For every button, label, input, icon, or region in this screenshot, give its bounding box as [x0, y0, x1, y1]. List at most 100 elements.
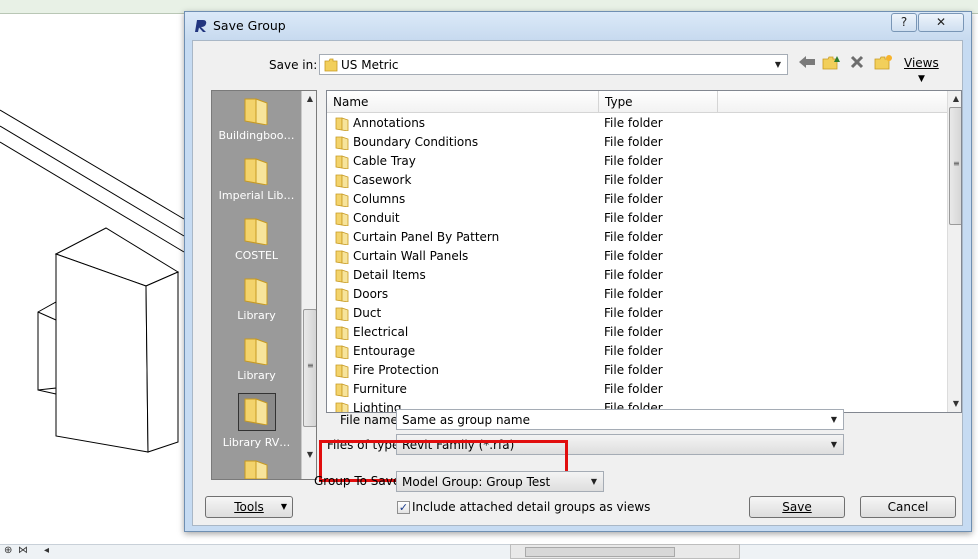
- folder-icon: [335, 212, 349, 226]
- list-item[interactable]: Curtain Wall Panels File folder: [327, 247, 947, 266]
- include-detail-checkbox[interactable]: ✓: [397, 501, 410, 514]
- item-type: File folder: [604, 306, 663, 320]
- cancel-button-label: Cancel: [887, 500, 929, 514]
- views-menu-button[interactable]: Views ▼: [904, 56, 962, 84]
- item-type: File folder: [604, 211, 663, 225]
- list-item[interactable]: Conduit File folder: [327, 209, 947, 228]
- group-to-save-combo[interactable]: Model Group: Group Test ▼: [396, 471, 604, 492]
- list-item[interactable]: Detail Items File folder: [327, 266, 947, 285]
- place-item[interactable]: Library: [212, 333, 301, 393]
- list-item[interactable]: Curtain Panel By Pattern File folder: [327, 228, 947, 247]
- item-type: File folder: [604, 135, 663, 149]
- item-name: Furniture: [353, 382, 407, 396]
- item-type: File folder: [604, 230, 663, 244]
- item-type: File folder: [604, 268, 663, 282]
- folder-icon: [335, 269, 349, 283]
- item-type: File folder: [604, 192, 663, 206]
- folder-icon: [244, 158, 268, 185]
- list-item[interactable]: Electrical File folder: [327, 323, 947, 342]
- place-label: COSTEL: [234, 249, 279, 262]
- place-item-selected[interactable]: Library RV…: [212, 393, 301, 453]
- folder-icon: [335, 117, 349, 131]
- place-item[interactable]: Library: [212, 273, 301, 333]
- places-scroll-thumb[interactable]: ≡: [303, 309, 316, 427]
- save-button[interactable]: Save: [749, 496, 845, 518]
- item-name: Electrical: [353, 325, 409, 339]
- views-menu-icon[interactable]: ▼: [918, 74, 925, 84]
- dialog-titlebar[interactable]: Save Group ? ✕: [185, 12, 971, 40]
- item-type: File folder: [604, 287, 663, 301]
- column-header-label: Name: [333, 95, 369, 109]
- list-item[interactable]: Fire Protection File folder: [327, 361, 947, 380]
- chevron-down-icon: ▼: [280, 502, 287, 511]
- file-list-scrollbar[interactable]: ▲ ≡ ▼: [947, 91, 961, 412]
- dialog-body: Save in: US Metric ▼ Views ▼ Buildingboo: [192, 40, 963, 526]
- place-item[interactable]: Imperial Lib…: [212, 153, 301, 213]
- item-name: Casework: [353, 173, 412, 187]
- coordinate-icon: ⊕: [4, 545, 13, 556]
- save-in-value: US Metric: [341, 58, 399, 72]
- item-name: Duct: [353, 306, 382, 320]
- places-bar: Buildingboo… Imperial Lib… COSTEL Librar…: [211, 90, 317, 480]
- chevron-down-icon[interactable]: ▼: [771, 57, 785, 72]
- list-item[interactable]: Casework File folder: [327, 171, 947, 190]
- item-name: Curtain Panel By Pattern: [353, 230, 500, 244]
- list-item[interactable]: Doors File folder: [327, 285, 947, 304]
- close-button[interactable]: ✕: [918, 13, 964, 32]
- save-in-combo[interactable]: US Metric ▼: [319, 54, 788, 75]
- list-item[interactable]: Furniture File folder: [327, 380, 947, 399]
- item-name: Lighting: [353, 401, 402, 413]
- column-header-name[interactable]: Name ⌃: [327, 91, 599, 113]
- list-item[interactable]: Annotations File folder: [327, 114, 947, 133]
- item-name: Boundary Conditions: [353, 135, 479, 149]
- scroll-down-icon[interactable]: ▼: [948, 396, 961, 412]
- tools-button[interactable]: Tools ▼: [205, 496, 293, 518]
- item-name: Cable Tray: [353, 154, 416, 168]
- file-name-value: Same as group name: [402, 413, 530, 427]
- item-type: File folder: [604, 344, 663, 358]
- item-name: Entourage: [353, 344, 416, 358]
- chevron-down-icon[interactable]: ▼: [587, 474, 601, 489]
- list-item[interactable]: Boundary Conditions File folder: [327, 133, 947, 152]
- chevron-down-icon[interactable]: ▼: [827, 412, 841, 427]
- scroll-up-icon[interactable]: ▲: [948, 91, 961, 107]
- up-folder-icon[interactable]: [820, 54, 842, 74]
- list-item[interactable]: Cable Tray File folder: [327, 152, 947, 171]
- delete-icon[interactable]: [846, 54, 868, 74]
- scroll-up-icon[interactable]: ▲: [302, 91, 316, 107]
- folder-icon: [335, 193, 349, 207]
- canvas-scroll-thumb[interactable]: [525, 547, 675, 557]
- dialog-title: Save Group: [213, 18, 286, 33]
- help-button[interactable]: ?: [891, 13, 917, 32]
- folder-icon: [335, 174, 349, 188]
- scroll-left-icon[interactable]: ◂: [44, 545, 49, 556]
- place-label: Library RV…: [222, 436, 291, 449]
- folder-icon: [244, 398, 268, 425]
- list-item[interactable]: Entourage File folder: [327, 342, 947, 361]
- canvas-horizontal-scrollbar[interactable]: [510, 544, 740, 559]
- place-item[interactable]: COSTEL: [212, 213, 301, 273]
- file-list-scroll-thumb[interactable]: ≡: [949, 107, 961, 225]
- cancel-button[interactable]: Cancel: [860, 496, 956, 518]
- file-name-field[interactable]: Same as group name ▼: [396, 409, 844, 430]
- scroll-down-icon[interactable]: ▼: [302, 447, 316, 463]
- folder-icon: [335, 155, 349, 169]
- list-item[interactable]: Columns File folder: [327, 190, 947, 209]
- column-header-type[interactable]: Type: [599, 91, 718, 113]
- group-to-save-label: Group To Save:: [314, 474, 405, 488]
- sort-ascending-icon: ⌃: [457, 90, 465, 97]
- places-scrollbar[interactable]: ▲ ≡ ▼: [301, 91, 316, 479]
- file-name-label: File name:: [340, 413, 402, 427]
- place-item[interactable]: Buildingboo…: [212, 93, 301, 153]
- place-label: Buildingboo…: [218, 129, 295, 142]
- item-name: Fire Protection: [353, 363, 439, 377]
- folder-icon: [244, 218, 268, 245]
- new-folder-icon[interactable]: [872, 54, 894, 74]
- folder-icon: [335, 250, 349, 264]
- list-item[interactable]: Duct File folder: [327, 304, 947, 323]
- file-list[interactable]: Name ⌃ Type Annotations File folder Bounda…: [326, 90, 962, 413]
- chevron-down-icon[interactable]: ▼: [827, 437, 841, 452]
- place-label: Library: [237, 309, 276, 322]
- back-arrow-icon[interactable]: [796, 54, 818, 74]
- grip-icon: ≡: [307, 361, 314, 370]
